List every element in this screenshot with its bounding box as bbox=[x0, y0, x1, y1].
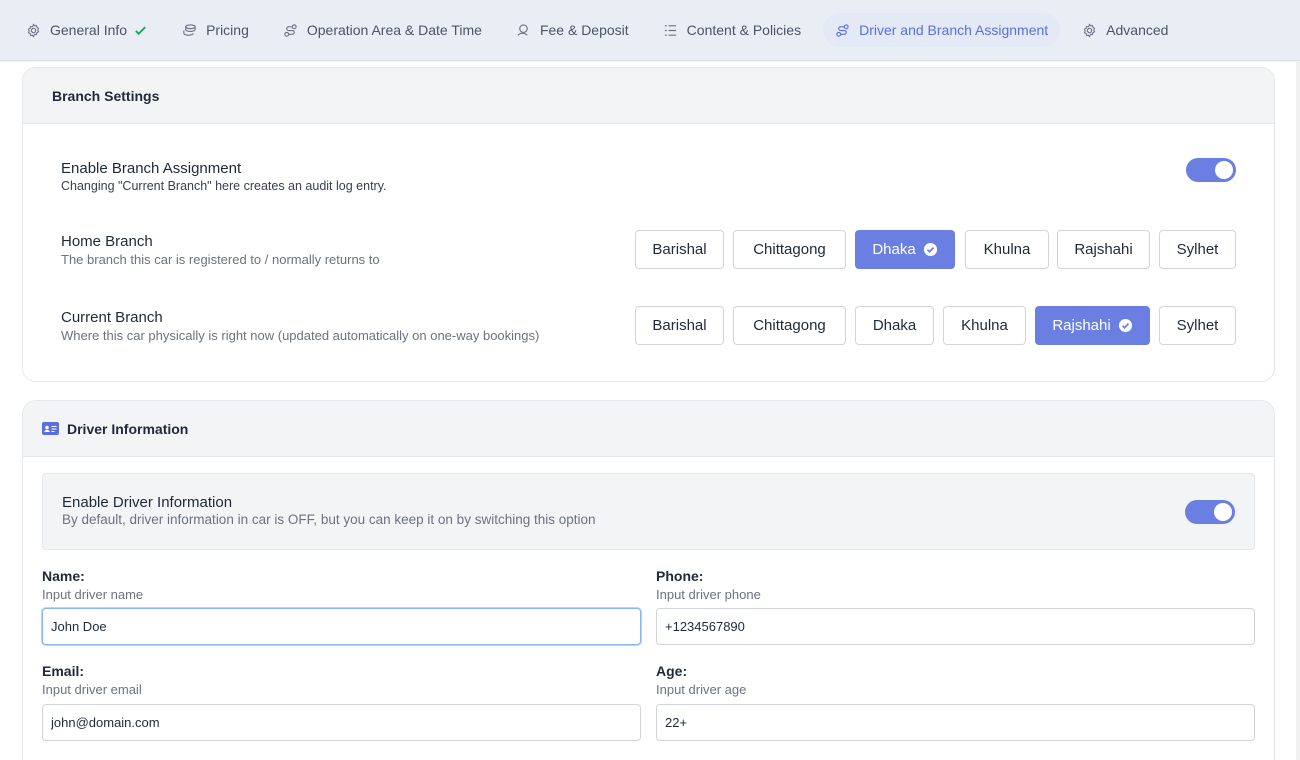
driver-phone-input[interactable] bbox=[656, 608, 1255, 645]
toggle-knob bbox=[1214, 503, 1232, 521]
id-card-icon bbox=[42, 422, 59, 435]
home-branch-option-rajshahi[interactable]: Rajshahi bbox=[1057, 230, 1150, 269]
phone-sub: Input driver phone bbox=[656, 587, 761, 602]
enable-driver-toggle[interactable] bbox=[1185, 500, 1235, 524]
home-branch-text: Home Branch The branch this car is regis… bbox=[61, 233, 380, 267]
enable-driver-text: Enable Driver Information By default, dr… bbox=[62, 494, 596, 527]
home-branch-option-khulna[interactable]: Khulna bbox=[965, 230, 1049, 269]
money-hand-icon bbox=[517, 23, 528, 36]
current-branch-text: Current Branch Where this car physically… bbox=[61, 309, 539, 343]
route-icon bbox=[284, 23, 297, 37]
driver-information-card: Driver Information Enable Driver Informa… bbox=[22, 400, 1275, 760]
home-branch-sub: The branch this car is registered to / n… bbox=[61, 252, 380, 267]
home-branch-option-chittagong[interactable]: Chittagong bbox=[733, 230, 846, 269]
gear-icon bbox=[27, 22, 40, 38]
tab-general-info[interactable]: General Info bbox=[14, 13, 160, 47]
list-icon bbox=[664, 24, 676, 36]
email-label: Email: bbox=[42, 663, 85, 679]
route-icon bbox=[836, 23, 849, 37]
enable-driver-label: Enable Driver Information bbox=[62, 494, 233, 511]
age-sub: Input driver age bbox=[656, 682, 747, 697]
tab-advanced[interactable]: Advanced bbox=[1070, 13, 1180, 47]
content-area: Branch Settings Enable Branch Assignment… bbox=[0, 62, 1300, 760]
age-label: Age: bbox=[656, 663, 688, 679]
tab-label: Content & Policies bbox=[686, 22, 802, 38]
tab-label: Fee & Deposit bbox=[539, 22, 629, 38]
check-icon bbox=[135, 26, 146, 35]
coins-icon bbox=[183, 23, 196, 36]
check-circle-icon bbox=[1118, 318, 1132, 333]
enable-branch-sub: Changing "Current Branch" here creates a… bbox=[61, 179, 387, 193]
option-label: Rajshahi bbox=[1052, 317, 1111, 334]
enable-branch-text: Enable Branch Assignment Changing "Curre… bbox=[61, 160, 387, 193]
phone-label: Phone: bbox=[656, 568, 704, 584]
current-branch-option-dhaka[interactable]: Dhaka bbox=[855, 306, 934, 345]
home-branch-option-sylhet[interactable]: Sylhet bbox=[1159, 230, 1236, 269]
home-branch-label: Home Branch bbox=[61, 233, 153, 250]
card-title: Branch Settings bbox=[23, 68, 1274, 124]
name-sub: Input driver name bbox=[42, 587, 144, 602]
card-title: Driver Information bbox=[67, 420, 189, 437]
tab-label: General Info bbox=[50, 22, 128, 38]
home-branch-option-barishal[interactable]: Barishal bbox=[635, 230, 724, 269]
tab-label: Pricing bbox=[206, 22, 249, 38]
current-branch-option-khulna[interactable]: Khulna bbox=[943, 306, 1026, 345]
enable-branch-toggle[interactable] bbox=[1186, 158, 1236, 182]
tab-driver-branch-assignment[interactable]: Driver and Branch Assignment bbox=[823, 13, 1061, 47]
name-label: Name: bbox=[42, 568, 85, 584]
card-header: Driver Information bbox=[23, 401, 1274, 457]
enable-driver-panel: Enable Driver Information By default, dr… bbox=[42, 473, 1255, 550]
vertical-scrollbar[interactable] bbox=[1296, 62, 1300, 760]
home-branch-option-dhaka[interactable]: Dhaka bbox=[855, 230, 955, 269]
tab-label: Advanced bbox=[1106, 22, 1169, 38]
enable-branch-label: Enable Branch Assignment bbox=[61, 160, 242, 177]
tab-label: Operation Area & Date Time bbox=[306, 22, 482, 38]
current-branch-option-barishal[interactable]: Barishal bbox=[635, 306, 724, 345]
tab-content-policies[interactable]: Content & Policies bbox=[651, 13, 813, 47]
branch-settings-card: Branch Settings Enable Branch Assignment… bbox=[22, 67, 1275, 382]
toggle-knob bbox=[1215, 161, 1233, 179]
option-label: Dhaka bbox=[872, 241, 916, 258]
current-branch-option-rajshahi[interactable]: Rajshahi bbox=[1035, 306, 1150, 345]
driver-name-input[interactable] bbox=[42, 608, 641, 645]
tab-label: Driver and Branch Assignment bbox=[859, 22, 1049, 38]
enable-driver-sub: By default, driver information in car is… bbox=[62, 512, 596, 527]
tab-fee-deposit[interactable]: Fee & Deposit bbox=[504, 13, 641, 47]
driver-age-input[interactable] bbox=[656, 704, 1255, 741]
tab-bar: General Info Pricing Operation Area & Da… bbox=[0, 0, 1300, 61]
current-branch-sub: Where this car physically is right now (… bbox=[61, 328, 540, 343]
current-branch-label: Current Branch bbox=[61, 309, 163, 326]
gear-icon bbox=[1083, 22, 1096, 38]
driver-email-input[interactable] bbox=[42, 704, 641, 741]
current-branch-option-chittagong[interactable]: Chittagong bbox=[733, 306, 846, 345]
check-circle-icon bbox=[923, 242, 937, 257]
current-branch-option-sylhet[interactable]: Sylhet bbox=[1159, 306, 1236, 345]
tab-operation-area[interactable]: Operation Area & Date Time bbox=[271, 13, 494, 47]
tab-pricing[interactable]: Pricing bbox=[170, 13, 261, 47]
email-sub: Input driver email bbox=[42, 682, 142, 697]
